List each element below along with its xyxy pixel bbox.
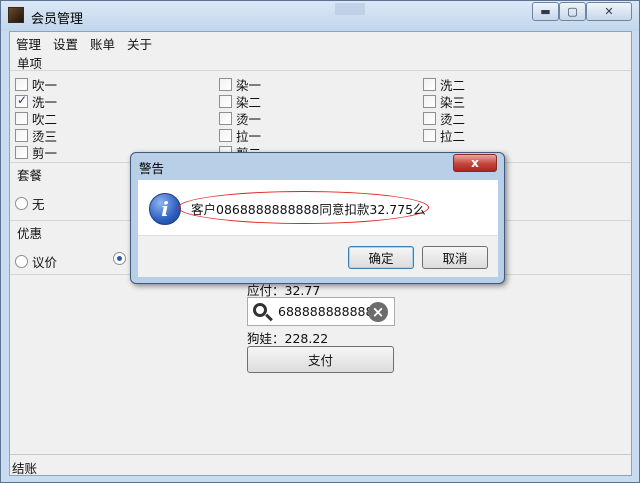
dialog-footer: 确定 取消 (138, 235, 498, 277)
menu-bills[interactable]: 账单 (84, 32, 121, 52)
status-bar: 结账 (10, 454, 631, 476)
ok-button[interactable]: 确定 (348, 246, 414, 269)
divider (10, 70, 631, 71)
package-option-none[interactable]: 无 (15, 194, 45, 213)
maximize-icon: ▢ (567, 5, 578, 18)
main-window: 会员管理 ▬ ▢ ✕ 管理 设置 账单 关于 单项 吹一 染一 洗二 洗一 染二… (0, 0, 640, 483)
checkbox[interactable] (219, 112, 232, 125)
close-icon: × (371, 303, 385, 321)
checkbox[interactable] (423, 112, 436, 125)
checkbox[interactable] (15, 93, 28, 108)
menu-manage[interactable]: 管理 (10, 32, 47, 52)
cancel-button[interactable]: 取消 (422, 246, 488, 269)
title-bar[interactable]: 会员管理 ▬ ▢ ✕ (1, 1, 639, 31)
checkbox[interactable] (423, 95, 436, 108)
minimize-button[interactable]: ▬ (532, 2, 559, 21)
status-text: 结账 (12, 461, 38, 476)
discount-option-2[interactable] (113, 252, 130, 265)
radio-button[interactable] (15, 197, 28, 210)
checkbox[interactable] (219, 78, 232, 91)
checkbox-label: 拉二 (440, 129, 466, 144)
checkbox[interactable] (423, 78, 436, 91)
search-icon (253, 303, 267, 317)
close-icon: x (471, 156, 479, 170)
checkbox-label: 剪一 (32, 146, 58, 161)
radio-label: 议价 (32, 255, 58, 270)
dialog-title: 警告 (139, 161, 165, 176)
checkbox-item[interactable]: 拉二 (423, 126, 465, 145)
maximize-button[interactable]: ▢ (559, 2, 586, 21)
radio-label: 无 (32, 197, 45, 212)
warning-dialog: 警告 x i 客户0868888888888同意扣款32.775么 确定 取消 (130, 152, 505, 284)
discount-label: 优惠 (17, 226, 43, 241)
member-balance: 狗娃：228.22 (247, 331, 329, 346)
info-icon: i (149, 193, 181, 225)
package-label: 套餐 (17, 168, 43, 183)
checkbox[interactable] (15, 112, 28, 125)
radio-button[interactable] (113, 252, 126, 265)
checkbox-item[interactable]: 剪一 (15, 143, 57, 162)
pay-button[interactable]: 支付 (247, 346, 394, 373)
minimize-icon: ▬ (540, 5, 551, 18)
checkbox[interactable] (15, 129, 28, 142)
window-title: 会员管理 (31, 12, 84, 27)
menu-settings[interactable]: 设置 (47, 32, 84, 52)
dialog-close-button[interactable]: x (453, 154, 497, 172)
checkbox[interactable] (15, 78, 28, 91)
dialog-body: i 客户0868888888888同意扣款32.775么 (138, 180, 498, 235)
dialog-message: 客户0868888888888同意扣款32.775么 (191, 202, 426, 217)
clear-search-button[interactable]: × (368, 302, 388, 322)
menu-about[interactable]: 关于 (121, 32, 158, 52)
radio-button[interactable] (15, 255, 28, 268)
checkbox[interactable] (15, 146, 28, 159)
close-window-button[interactable]: ✕ (586, 2, 632, 21)
title-ghost (335, 3, 365, 15)
menu-bar: 管理 设置 账单 关于 (10, 32, 631, 52)
discount-option-negotiate[interactable]: 议价 (15, 252, 57, 271)
member-search-input[interactable]: 688888888888 × (247, 297, 395, 326)
checkbox[interactable] (219, 129, 232, 142)
checkbox[interactable] (423, 129, 436, 142)
app-icon (8, 7, 24, 23)
search-value: 688888888888 (278, 304, 374, 319)
checkbox[interactable] (219, 95, 232, 108)
close-icon: ✕ (604, 5, 614, 18)
